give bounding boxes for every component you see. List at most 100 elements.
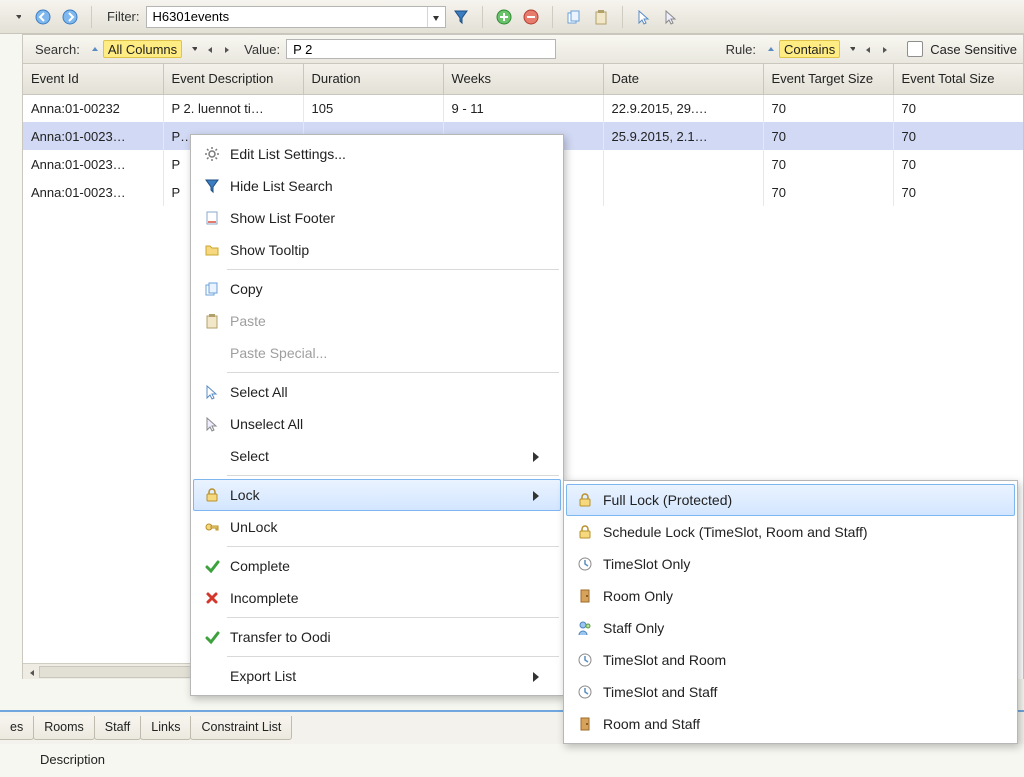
separator <box>552 6 553 28</box>
menu-item-select-all[interactable]: Select All <box>193 376 561 408</box>
filter-dropdown-icon[interactable] <box>427 7 445 27</box>
tab-rooms[interactable]: Rooms <box>33 716 95 740</box>
menu-item-hide-list-search[interactable]: Hide List Search <box>193 170 561 202</box>
next-icon[interactable] <box>877 42 891 56</box>
menu-dropdown-icon[interactable] <box>4 5 28 29</box>
nav-forward-button[interactable] <box>58 5 82 29</box>
menu-item-label: Lock <box>230 487 526 503</box>
menu-item-room-only[interactable]: Room Only <box>566 580 1015 612</box>
scroll-left-icon[interactable] <box>23 665 39 679</box>
sort-up-icon[interactable] <box>86 42 100 56</box>
chip-dropdown-icon[interactable] <box>185 42 199 56</box>
menu-item-label: Transfer to Oodi <box>230 629 540 645</box>
copy-icon <box>198 281 226 297</box>
menu-item-timeslot-only[interactable]: TimeSlot Only <box>566 548 1015 580</box>
columns-chip[interactable]: All Columns <box>103 40 182 58</box>
menu-item-timeslot-and-staff[interactable]: TimeSlot and Staff <box>566 676 1015 708</box>
menu-item-label: Room and Staff <box>603 716 994 732</box>
menu-item-export-list[interactable]: Export List <box>193 660 561 692</box>
unselect-cursor-icon[interactable] <box>659 5 683 29</box>
gear-icon <box>198 146 226 162</box>
case-sensitive-checkbox[interactable] <box>907 41 923 57</box>
menu-item-show-list-footer[interactable]: Show List Footer <box>193 202 561 234</box>
menu-item-incomplete[interactable]: Incomplete <box>193 582 561 614</box>
tab-links[interactable]: Links <box>140 716 191 740</box>
menu-item-label: Show Tooltip <box>230 242 540 258</box>
table-cell: Anna:01-0023… <box>23 150 163 178</box>
column-header[interactable]: Event Total Size <box>893 64 1023 94</box>
separator <box>622 6 623 28</box>
menu-item-complete[interactable]: Complete <box>193 550 561 582</box>
column-header[interactable]: Event Target Size <box>763 64 893 94</box>
funnel-icon <box>198 178 226 194</box>
column-header[interactable]: Event Id <box>23 64 163 94</box>
menu-item-label: Select <box>230 448 526 464</box>
check-icon <box>198 629 226 645</box>
column-header[interactable]: Date <box>603 64 763 94</box>
rule-chip[interactable]: Contains <box>779 40 840 58</box>
menu-item-label: TimeSlot and Room <box>603 652 994 668</box>
tab-es[interactable]: es <box>0 716 34 740</box>
key-icon <box>198 519 226 535</box>
column-header[interactable]: Duration <box>303 64 443 94</box>
funnel-icon[interactable] <box>449 5 473 29</box>
menu-item-schedule-lock-timeslot-room-and-staff[interactable]: Schedule Lock (TimeSlot, Room and Staff) <box>566 516 1015 548</box>
menu-item-unlock[interactable]: UnLock <box>193 511 561 543</box>
tab-staff[interactable]: Staff <box>94 716 141 740</box>
menu-item-timeslot-and-room[interactable]: TimeSlot and Room <box>566 644 1015 676</box>
menu-item-label: Paste <box>230 313 540 329</box>
add-button[interactable] <box>492 5 516 29</box>
submenu-arrow-icon <box>530 449 540 463</box>
filter-combobox[interactable] <box>146 6 446 28</box>
menu-item-staff-only[interactable]: Staff Only <box>566 612 1015 644</box>
value-input[interactable] <box>286 39 556 59</box>
menu-separator <box>227 372 559 373</box>
column-header[interactable]: Event Description <box>163 64 303 94</box>
menu-item-transfer-to-oodi[interactable]: Transfer to Oodi <box>193 621 561 653</box>
table-cell: 70 <box>893 122 1023 150</box>
table-cell: 70 <box>763 150 893 178</box>
chip-dropdown-icon[interactable] <box>843 42 857 56</box>
nav-back-button[interactable] <box>31 5 55 29</box>
clock-icon <box>571 652 599 668</box>
menu-separator <box>227 656 559 657</box>
prev-icon[interactable] <box>202 42 216 56</box>
sort-up-icon[interactable] <box>762 42 776 56</box>
select-cursor-icon[interactable] <box>632 5 656 29</box>
table-cell: 70 <box>893 150 1023 178</box>
search-bar: Search: All Columns Value: Rule: Contain… <box>22 34 1024 64</box>
menu-item-unselect-all[interactable]: Unselect All <box>193 408 561 440</box>
filter-input[interactable] <box>147 7 427 27</box>
menu-item-label: Edit List Settings... <box>230 146 540 162</box>
menu-separator <box>227 546 559 547</box>
menu-item-show-tooltip[interactable]: Show Tooltip <box>193 234 561 266</box>
menu-item-paste: Paste <box>193 305 561 337</box>
table-cell <box>603 150 763 178</box>
menu-item-label: Full Lock (Protected) <box>603 492 994 508</box>
separator <box>91 6 92 28</box>
menu-item-select[interactable]: Select <box>193 440 561 472</box>
remove-button[interactable] <box>519 5 543 29</box>
copy-button[interactable] <box>562 5 586 29</box>
menu-item-paste-special: Paste Special... <box>193 337 561 369</box>
table-cell: 22.9.2015, 29.… <box>603 94 763 122</box>
next-icon[interactable] <box>219 42 233 56</box>
menu-item-copy[interactable]: Copy <box>193 273 561 305</box>
menu-item-full-lock-protected[interactable]: Full Lock (Protected) <box>566 484 1015 516</box>
description-label: Description <box>40 752 105 767</box>
menu-item-label: Schedule Lock (TimeSlot, Room and Staff) <box>603 524 994 540</box>
table-cell: 70 <box>893 178 1023 206</box>
menu-item-label: Hide List Search <box>230 178 540 194</box>
tab-constraint-list[interactable]: Constraint List <box>190 716 292 740</box>
menu-item-label: TimeSlot and Staff <box>603 684 994 700</box>
menu-item-room-and-staff[interactable]: Room and Staff <box>566 708 1015 740</box>
column-header[interactable]: Weeks <box>443 64 603 94</box>
menu-item-edit-list-settings[interactable]: Edit List Settings... <box>193 138 561 170</box>
door-icon <box>571 716 599 732</box>
paste-button[interactable] <box>589 5 613 29</box>
menu-item-lock[interactable]: Lock <box>193 479 561 511</box>
prev-icon[interactable] <box>860 42 874 56</box>
context-menu: Edit List Settings... Hide List Search Sho… <box>190 134 564 696</box>
table-row[interactable]: Anna:01-00232P 2. luennot ti…1059 - 1122… <box>23 94 1023 122</box>
lock-icon <box>198 487 226 503</box>
